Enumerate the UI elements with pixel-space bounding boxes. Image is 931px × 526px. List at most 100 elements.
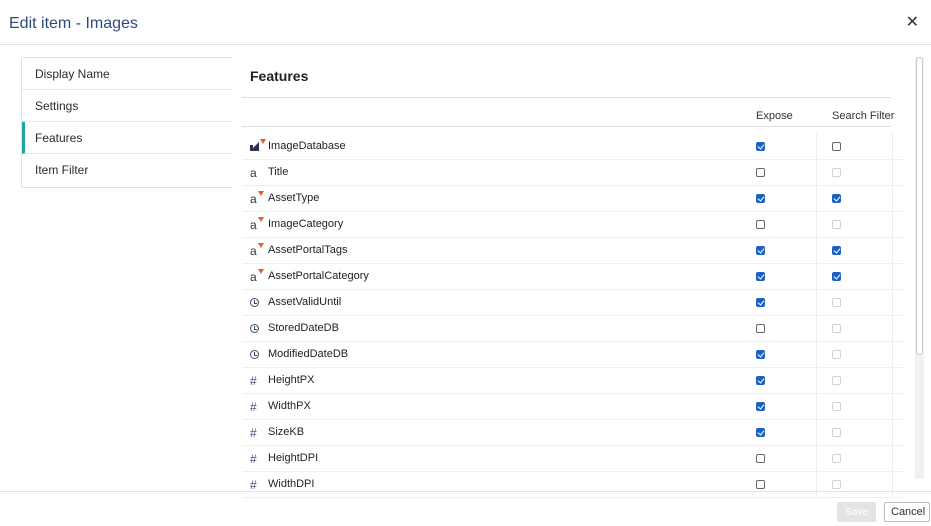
- expose-checkbox[interactable]: [756, 480, 765, 489]
- feature-name: ImageDatabase: [268, 140, 346, 152]
- table-row: a Title: [242, 160, 904, 186]
- feature-name: ModifiedDateDB: [268, 348, 349, 360]
- cancel-button[interactable]: Cancel: [884, 502, 930, 522]
- feature-name: AssetValidUntil: [268, 296, 342, 308]
- expose-checkbox[interactable]: [756, 246, 765, 255]
- expose-checkbox[interactable]: [756, 324, 765, 333]
- search-filter-checkbox: [832, 480, 841, 489]
- table-row: StoredDateDB: [242, 316, 904, 342]
- column-divider: [816, 290, 817, 315]
- column-divider: [816, 368, 817, 393]
- column-divider: [816, 238, 817, 263]
- column-divider: [892, 134, 893, 159]
- table-row: ImageDatabase: [242, 134, 904, 160]
- expose-checkbox[interactable]: [756, 428, 765, 437]
- clock-icon: [250, 322, 268, 336]
- column-header-expose: Expose: [756, 110, 793, 122]
- column-divider: [892, 290, 893, 315]
- number-icon: #: [250, 452, 257, 466]
- table-row: a AssetPortalCategory: [242, 264, 904, 290]
- expose-checkbox[interactable]: [756, 142, 765, 151]
- table-row: # SizeKB: [242, 420, 904, 446]
- expose-checkbox[interactable]: [756, 350, 765, 359]
- sidebar-item-label: Item Filter: [35, 163, 89, 177]
- text-filter-icon: a: [250, 269, 268, 284]
- expose-checkbox[interactable]: [756, 454, 765, 463]
- expose-checkbox[interactable]: [756, 298, 765, 307]
- search-filter-checkbox[interactable]: [832, 142, 841, 151]
- text-filter-icon: a: [250, 243, 268, 258]
- section-title: Features: [250, 68, 309, 84]
- column-divider: [892, 368, 893, 393]
- sidebar-item-item-filter[interactable]: Item Filter: [22, 154, 245, 186]
- feature-name: AssetType: [268, 192, 320, 204]
- table-row: # WidthPX: [242, 394, 904, 420]
- expose-checkbox[interactable]: [756, 220, 765, 229]
- column-divider: [892, 238, 893, 263]
- feature-name: ImageCategory: [268, 218, 344, 230]
- table-row: a ImageCategory: [242, 212, 904, 238]
- search-filter-checkbox: [832, 454, 841, 463]
- table-row: a AssetPortalTags: [242, 238, 904, 264]
- feature-name: StoredDateDB: [268, 322, 339, 334]
- clock-icon: [250, 296, 268, 310]
- clock-icon: [250, 348, 268, 362]
- column-divider: [892, 394, 893, 419]
- divider: [242, 126, 891, 127]
- number-icon: #: [250, 426, 257, 440]
- column-divider: [816, 420, 817, 445]
- dialog-title: Edit item - Images: [9, 15, 138, 32]
- sidebar-item-label: Settings: [35, 99, 79, 113]
- search-filter-checkbox[interactable]: [832, 246, 841, 255]
- search-filter-checkbox: [832, 324, 841, 333]
- sidebar-item-label: Features: [35, 131, 83, 145]
- column-header-search-filter: Search Filter: [832, 110, 895, 122]
- dialog-header: Edit item - Images ✕: [0, 0, 931, 45]
- divider: [242, 97, 891, 98]
- expose-checkbox[interactable]: [756, 376, 765, 385]
- column-divider: [816, 394, 817, 419]
- number-icon: #: [250, 400, 257, 414]
- close-icon[interactable]: ✕: [906, 12, 919, 32]
- feature-list: ImageDatabase a Title a AssetType a ImageCateg…: [242, 134, 904, 498]
- text-filter-icon: a: [250, 191, 268, 206]
- column-divider: [816, 264, 817, 289]
- feature-name: WidthPX: [268, 400, 311, 412]
- column-divider: [816, 342, 817, 367]
- feature-name: AssetPortalCategory: [268, 270, 369, 282]
- search-filter-checkbox: [832, 402, 841, 411]
- search-filter-checkbox[interactable]: [832, 194, 841, 203]
- search-filter-checkbox: [832, 168, 841, 177]
- save-button[interactable]: Save: [837, 502, 876, 522]
- expose-checkbox[interactable]: [756, 194, 765, 203]
- text-icon: a: [250, 166, 257, 180]
- expose-checkbox[interactable]: [756, 272, 765, 281]
- feature-name: AssetPortalTags: [268, 244, 348, 256]
- search-filter-checkbox: [832, 220, 841, 229]
- feature-name: HeightDPI: [268, 452, 319, 464]
- table-row: # HeightPX: [242, 368, 904, 394]
- search-filter-checkbox: [832, 350, 841, 359]
- number-icon: #: [250, 374, 257, 388]
- column-divider: [892, 160, 893, 185]
- column-divider: [816, 186, 817, 211]
- search-filter-checkbox[interactable]: [832, 272, 841, 281]
- column-divider: [892, 446, 893, 471]
- column-divider: [892, 420, 893, 445]
- table-row: a AssetType: [242, 186, 904, 212]
- table-row: # HeightDPI: [242, 446, 904, 472]
- table-row: ModifiedDateDB: [242, 342, 904, 368]
- column-divider: [816, 212, 817, 237]
- column-divider: [816, 446, 817, 471]
- sidebar-item-display-name[interactable]: Display Name: [22, 58, 245, 90]
- expose-checkbox[interactable]: [756, 402, 765, 411]
- search-filter-checkbox: [832, 376, 841, 385]
- search-filter-checkbox: [832, 298, 841, 307]
- sidebar-item-settings[interactable]: Settings: [22, 90, 245, 122]
- scrollbar[interactable]: [915, 57, 924, 479]
- features-panel: Features Expose Search Filter ImageDatab…: [232, 57, 916, 498]
- scrollbar-thumb[interactable]: [916, 57, 923, 355]
- feature-name: Title: [268, 166, 289, 178]
- expose-checkbox[interactable]: [756, 168, 765, 177]
- sidebar-item-features[interactable]: Features: [22, 122, 245, 154]
